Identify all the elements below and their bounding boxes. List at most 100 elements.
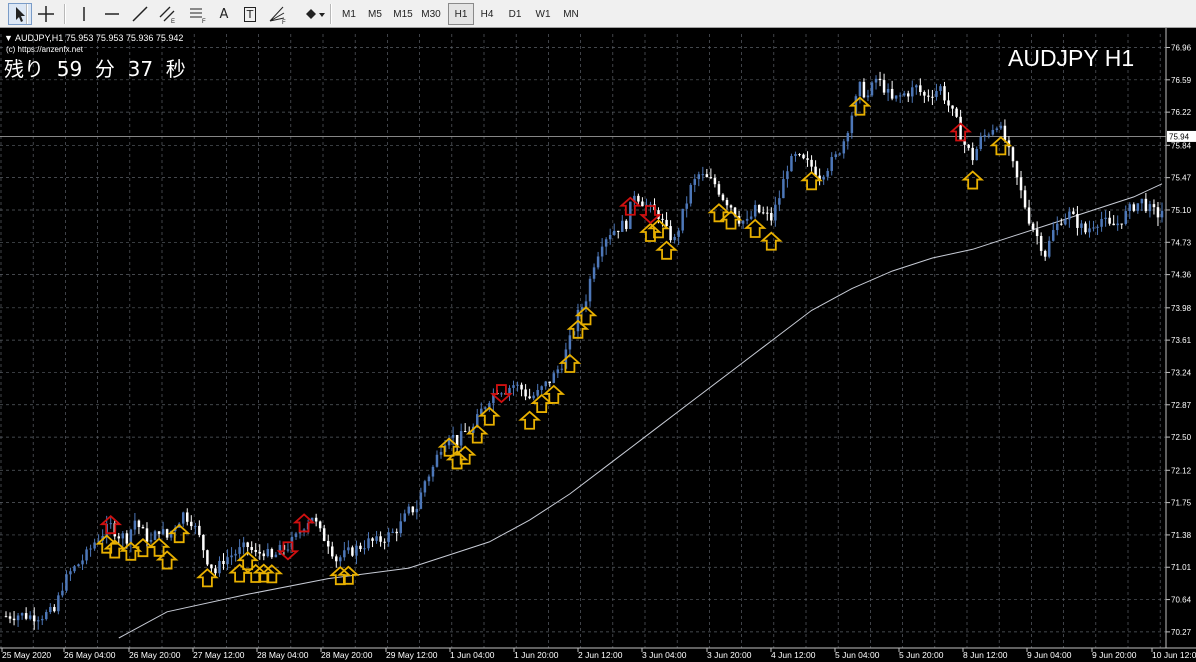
candle-body [61, 590, 64, 596]
candle-body [117, 536, 121, 539]
candle-body [1023, 190, 1027, 208]
candle-body [395, 531, 398, 534]
arrows-dropdown-tool[interactable] [300, 3, 328, 25]
candle-body [697, 174, 701, 180]
x-tick-label: 3 Jun 04:00 [642, 650, 687, 660]
candle-body [367, 538, 370, 549]
fibonacci-fan-tool[interactable]: F [266, 3, 290, 25]
timeframe-m1[interactable]: M1 [336, 3, 362, 25]
candle-body [1140, 198, 1144, 204]
candle-body [524, 389, 527, 397]
candle-body [1084, 223, 1087, 233]
candle-body [1136, 203, 1140, 211]
candle-body [794, 154, 797, 157]
candle-body [141, 527, 145, 529]
timeframe-m30[interactable]: M30 [418, 3, 444, 25]
candle-body [149, 539, 153, 542]
candle-body [439, 451, 443, 455]
candle-body [391, 531, 394, 533]
candle-body [181, 512, 185, 524]
timeframe-w1[interactable]: W1 [530, 3, 556, 25]
candle-body [761, 212, 765, 214]
text-label-tool[interactable]: T [238, 3, 262, 25]
candle-body [641, 201, 644, 207]
candle-body [902, 93, 906, 96]
timeframe-m15[interactable]: M15 [390, 3, 416, 25]
candle-body [1043, 250, 1047, 257]
candle-body [770, 212, 773, 221]
candle-body [435, 454, 439, 467]
countdown-timer: 残り 59 分 37 秒 [4, 57, 186, 81]
candle-body [1096, 226, 1099, 228]
candle-body [725, 200, 729, 206]
candle-body [500, 393, 503, 395]
candle-body [1011, 147, 1015, 162]
candle-body [1128, 204, 1132, 212]
candle-body [906, 93, 910, 97]
fibonacci-retracement-tool[interactable]: F [186, 3, 210, 25]
x-tick-label: 5 Jun 04:00 [835, 650, 880, 660]
candle-body [423, 481, 427, 493]
collapse-triangle-icon[interactable]: ▼ [4, 33, 13, 43]
candle-body [463, 431, 467, 433]
candle-body [621, 220, 624, 232]
toolbar-separator [26, 4, 28, 24]
timeframe-mn[interactable]: MN [558, 3, 584, 25]
candle-body [1056, 223, 1059, 231]
candle-body [322, 528, 326, 541]
horizontal-line-icon [105, 13, 119, 15]
horizontal-line-tool[interactable] [100, 3, 124, 25]
y-tick-label: 73.98 [1171, 304, 1192, 313]
candle-body [286, 549, 290, 551]
candle-body [520, 384, 523, 390]
y-tick-label: 76.22 [1171, 108, 1192, 117]
y-tick-label: 74.36 [1171, 271, 1192, 280]
candle-body [673, 236, 676, 241]
candle-body [943, 86, 946, 101]
svg-text:F: F [282, 20, 286, 25]
chart-area[interactable]: 76.96 76.59 76.22 75.84 75.47 75.10 74.73 74.36… [0, 28, 1196, 662]
candle-body [1068, 211, 1071, 220]
candle-body [218, 560, 221, 574]
candle-body [745, 218, 749, 221]
candle-body [45, 612, 48, 620]
candle-body [806, 158, 809, 160]
candle-body [1160, 210, 1164, 218]
fibonacci-fan-icon: F [269, 6, 286, 25]
candle-body [850, 115, 854, 134]
candle-body [568, 335, 572, 350]
candle-body [198, 525, 201, 535]
candle-body [85, 549, 88, 561]
candle-body [508, 387, 511, 394]
candle-body [1031, 223, 1035, 230]
candle-body [778, 198, 781, 205]
candle-body [705, 174, 709, 178]
text-tool[interactable]: A [212, 3, 236, 25]
timeframe-h1[interactable]: H1 [448, 3, 474, 25]
candle-body [459, 431, 463, 446]
candle-body [890, 88, 894, 99]
candle-body [375, 536, 378, 541]
symbol-info-text: AUDJPY,H1 75.953 75.953 75.936 75.942 [14, 33, 184, 43]
candle-body [1124, 211, 1127, 224]
equidistant-channel-tool[interactable]: E [156, 3, 180, 25]
candle-body [979, 136, 982, 149]
x-tick-label: 1 Jun 04:00 [450, 650, 495, 660]
candle-body [516, 384, 519, 386]
candle-body [355, 545, 358, 556]
y-tick-label: 73.61 [1171, 336, 1192, 345]
trendline-tool[interactable] [128, 3, 152, 25]
cursor-tool[interactable] [8, 3, 32, 25]
crosshair-tool[interactable] [34, 3, 58, 25]
timeframe-m5[interactable]: M5 [362, 3, 388, 25]
vertical-line-tool[interactable] [72, 3, 96, 25]
candle-body [93, 542, 96, 549]
timeframe-d1[interactable]: D1 [502, 3, 528, 25]
candle-body [274, 554, 278, 558]
candle-body [4, 616, 8, 618]
candle-body [927, 95, 930, 97]
timeframe-h4[interactable]: H4 [474, 3, 500, 25]
candle-body [484, 407, 487, 409]
chart-title: AUDJPY H1 [1008, 45, 1135, 71]
x-tick-label: 1 Jun 20:00 [514, 650, 559, 660]
